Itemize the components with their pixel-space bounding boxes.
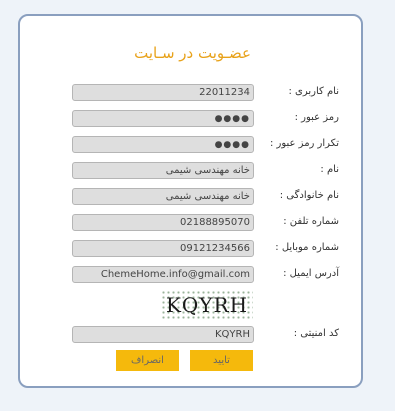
field-email-row: آدرس ایمیل : (20, 266, 361, 284)
field-username-row: نام کاربری : (20, 84, 361, 102)
password-input[interactable] (72, 110, 254, 127)
phone-label: شماره تلفن : (283, 216, 339, 227)
field-password-row: رمز عبور : (20, 110, 361, 128)
field-lastname-row: نام خانوادگی : (20, 188, 361, 206)
email-input[interactable] (72, 266, 254, 283)
firstname-label: نام : (320, 164, 339, 175)
security-code-label: کد امنیتی : (293, 328, 339, 339)
registration-panel: عضـویت در سـایت نام کاربری : رمز عبور : … (18, 14, 363, 388)
captcha-image: KQYRH (161, 290, 253, 320)
password-label: رمز عبور : (294, 112, 339, 123)
field-password-confirm-row: تکرار رمز عبور : (20, 136, 361, 154)
field-firstname-row: نام : (20, 162, 361, 180)
field-phone-row: شماره تلفن : (20, 214, 361, 232)
phone-input[interactable] (72, 214, 254, 231)
form-title: عضـویت در سـایت (134, 44, 251, 62)
lastname-input[interactable] (72, 188, 254, 205)
field-mobile-row: شماره موبایل : (20, 240, 361, 258)
submit-button[interactable]: تایید (190, 350, 253, 371)
lastname-label: نام خانوادگی : (279, 190, 339, 201)
firstname-input[interactable] (72, 162, 254, 179)
mobile-input[interactable] (72, 240, 254, 257)
email-label: آدرس ایمیل : (283, 268, 339, 279)
username-label: نام کاربری : (288, 86, 339, 97)
password-confirm-label: تکرار رمز عبور : (269, 138, 339, 149)
mobile-label: شماره موبایل : (275, 242, 339, 253)
username-input[interactable] (72, 84, 254, 101)
cancel-button[interactable]: انصراف (116, 350, 179, 371)
security-code-input[interactable] (72, 326, 254, 343)
field-security-code-row: کد امنیتی : (20, 326, 361, 344)
password-confirm-input[interactable] (72, 136, 254, 153)
